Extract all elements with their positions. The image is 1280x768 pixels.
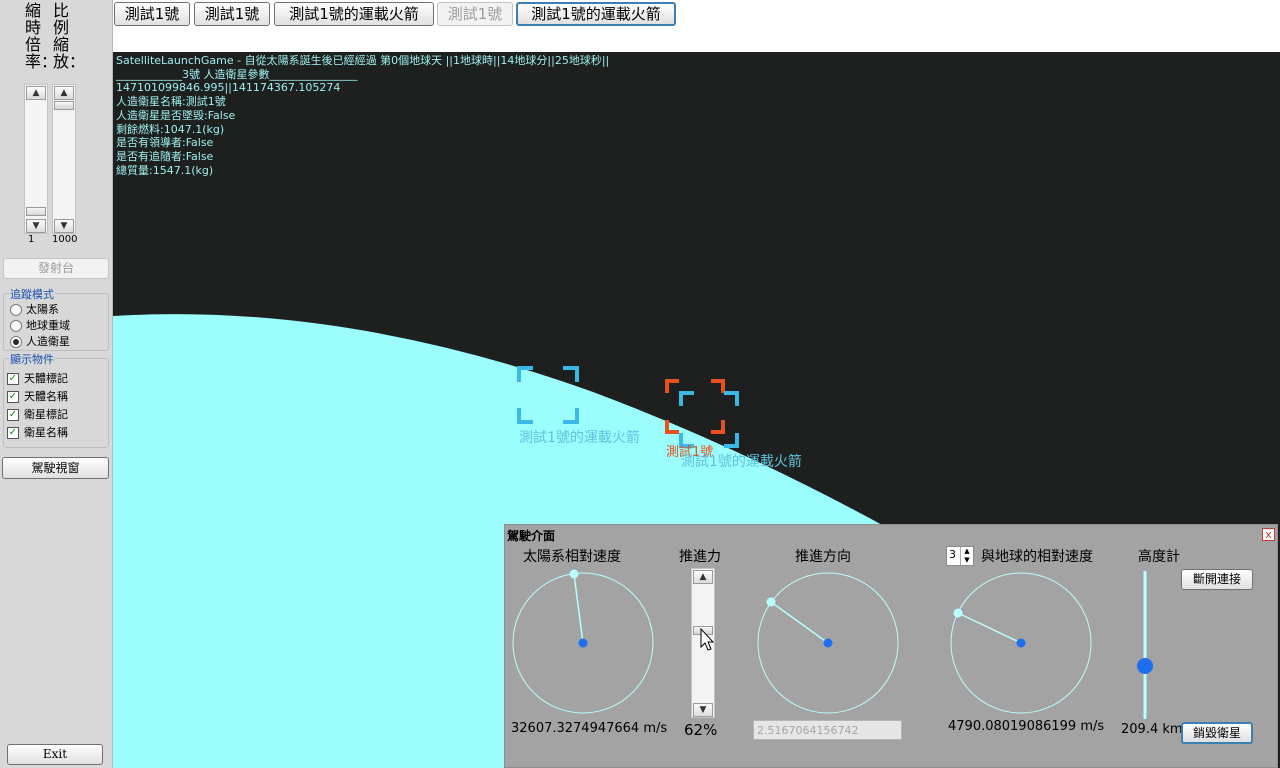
satellite-select-button-3[interactable]: 測試1號	[437, 2, 513, 26]
rocket-name-label-2: 測試1號的運載火箭	[681, 454, 802, 470]
stepper-down-icon[interactable]: ▼	[960, 556, 973, 565]
satellite-marker-icon[interactable]	[665, 379, 725, 434]
checkbox-checked-icon[interactable]: ✓	[7, 409, 19, 421]
scroll-thumb[interactable]	[26, 207, 46, 216]
scroll-up-button[interactable]: ▲	[54, 86, 74, 100]
altimeter-label: 高度計	[1138, 549, 1180, 565]
leader-text: 是否有領導者:False	[116, 136, 214, 150]
rocket-select-button-1[interactable]: 測試1號的運載火箭	[274, 2, 434, 26]
scroll-down-button[interactable]: ▼	[693, 703, 713, 717]
thrust-label: 推進力	[679, 549, 721, 565]
follower-text: 是否有追隨者:False	[116, 149, 214, 163]
checkbox-checked-icon[interactable]: ✓	[7, 427, 19, 439]
satellite-select-button-2[interactable]: 測試1號	[194, 2, 270, 26]
display-objects-title: 顯示物件	[9, 351, 55, 367]
tracking-option-earth[interactable]: 地球重域	[10, 317, 70, 333]
radio-selected-icon[interactable]	[10, 336, 22, 348]
tracking-option-solar[interactable]: 太陽系	[10, 301, 59, 317]
mass-text: 總質量:1547.1(kg)	[116, 163, 214, 177]
earth-velocity-dial	[950, 572, 1092, 714]
radio-icon[interactable]	[10, 304, 22, 316]
earth-speed-value: 4790.08019086199 m/s	[948, 719, 1105, 734]
scroll-down-button[interactable]: ▼	[26, 219, 46, 233]
pilot-window-title: 駕駛介面	[507, 529, 556, 543]
display-objects-group: 顯示物件 ✓ 天體標記 ✓ 天體名稱 ✓ 衛星標記 ✓ 衛星名稱	[3, 351, 109, 448]
earth-speed-label: 與地球的相對速度	[981, 549, 1093, 565]
disconnect-button[interactable]: 斷開連接	[1181, 569, 1253, 590]
time-scale-value: 1	[28, 234, 35, 245]
destroy-satellite-button[interactable]: 銷毀衛星	[1181, 722, 1253, 744]
tracking-mode-group: 追蹤模式 太陽系 地球重域 人造衛星	[3, 286, 109, 351]
tracking-mode-title: 追蹤模式	[9, 286, 55, 302]
scroll-up-button[interactable]: ▲	[26, 86, 46, 100]
mouse-pointer-icon	[700, 628, 715, 651]
tracking-option-satellite[interactable]: 人造衛星	[10, 333, 70, 349]
altimeter-gauge	[1137, 571, 1153, 719]
satellite-name-text: 人造衛星名稱:測試1號	[116, 95, 226, 109]
speed-reference-stepper[interactable]: 3 ▲ ▼	[946, 546, 974, 566]
satellite-select-button-1[interactable]: 測試1號	[114, 2, 190, 26]
solar-velocity-dial	[512, 569, 654, 714]
solar-speed-label: 太陽系相對速度	[523, 549, 621, 565]
zoom-scale-scrollbar[interactable]: ▲ ▼	[52, 84, 76, 234]
display-option-body-marker[interactable]: ✓ 天體標記	[7, 370, 68, 386]
time-scale-scrollbar[interactable]: ▲ ▼	[24, 84, 48, 234]
hud-info: SatelliteLaunchGame - 自從太陽系誕生後已經經過 第0個地球…	[116, 54, 609, 177]
control-panel: 縮時倍率： 比例縮放： ▲ ▼ ▲ ▼ 1 1000 發射台 追蹤模式 太陽系 …	[0, 0, 113, 768]
rocket-name-label: 測試1號的運載火箭	[519, 430, 640, 446]
radio-icon[interactable]	[10, 320, 22, 332]
game-title-text: SatelliteLaunchGame - 自從太陽系誕生後已經經過 第0個地球…	[116, 54, 610, 67]
stepper-value: 3	[949, 548, 956, 561]
pilot-interface-window: 駕駛介面 x 太陽系相對速度 推進力 推進方向 與地球的相對速度 高度計 3 ▲…	[504, 524, 1278, 768]
zoom-scale-label: 比例縮放：	[53, 1, 86, 71]
checkbox-checked-icon[interactable]: ✓	[7, 391, 19, 403]
satellite-crashed-text: 人造衛星是否墜毀:False	[116, 108, 236, 122]
close-icon[interactable]: x	[1262, 528, 1275, 541]
thrust-direction-dial[interactable]	[757, 572, 899, 714]
thrust-value: 62%	[684, 721, 718, 739]
position-coords: 147101099846.995||141174367.105274	[116, 81, 341, 95]
exit-button[interactable]: Exit	[7, 744, 103, 765]
stepper-up-icon[interactable]: ▲	[960, 547, 973, 556]
scroll-up-button[interactable]: ▲	[693, 570, 713, 584]
time-scale-label: 縮時倍率：	[25, 1, 58, 71]
direction-label: 推進方向	[795, 549, 851, 565]
display-option-satellite-marker[interactable]: ✓ 衛星標記	[7, 406, 68, 422]
checkbox-checked-icon[interactable]: ✓	[7, 373, 19, 385]
fuel-text: 剩餘燃料:1047.1(kg)	[116, 122, 225, 136]
altitude-value: 209.4 km	[1121, 722, 1183, 737]
launch-pad-button[interactable]: 發射台	[3, 258, 109, 279]
pilot-window-button[interactable]: 駕駛視窗	[2, 457, 109, 479]
direction-value-field[interactable]	[753, 720, 902, 740]
display-option-body-name[interactable]: ✓ 天體名稱	[7, 388, 68, 404]
satellite-params-header: ____________3號 人造衛星參數________________	[116, 67, 358, 81]
zoom-scale-value: 1000	[52, 234, 78, 245]
display-option-satellite-name[interactable]: ✓ 衛星名稱	[7, 424, 68, 440]
solar-speed-value: 32607.3274947664 m/s	[511, 721, 668, 736]
scroll-down-button[interactable]: ▼	[54, 219, 74, 233]
scroll-thumb[interactable]	[54, 101, 74, 110]
rocket-select-button-2[interactable]: 測試1號的運載火箭	[516, 2, 676, 26]
